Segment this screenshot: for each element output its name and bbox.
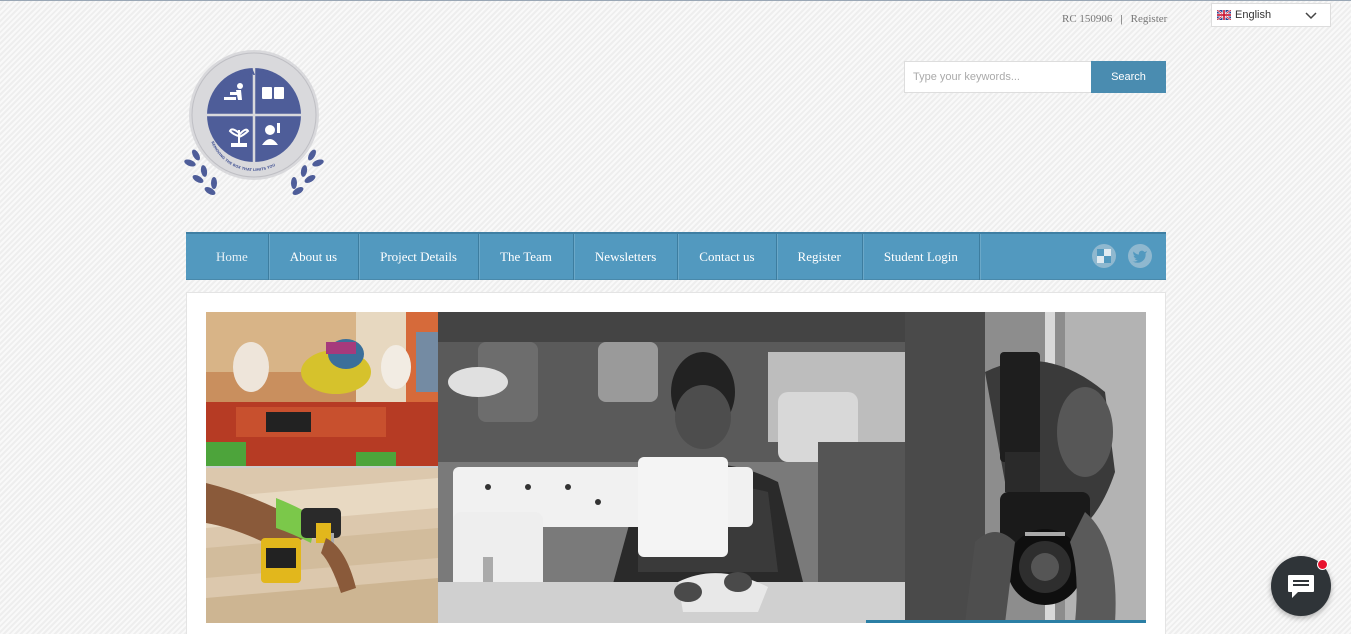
separator: | xyxy=(1120,13,1123,25)
top-links: RC 150906 | Register xyxy=(1062,13,1167,25)
language-label: English xyxy=(1235,9,1272,21)
nav-newsletters[interactable]: Newsletters xyxy=(574,234,679,280)
nav-register[interactable]: Register xyxy=(777,234,863,280)
rc-number: RC 150906 xyxy=(1062,13,1113,25)
nav-project-details[interactable]: Project Details xyxy=(359,234,479,280)
social-links xyxy=(1092,244,1152,268)
nav-home[interactable]: Home xyxy=(186,234,269,280)
nav-the-team[interactable]: The Team xyxy=(479,234,574,280)
logo-emblem-icon: KIT ACADEMY REMOVING THE BOX THAT LIMITS… xyxy=(184,50,324,195)
search-input[interactable] xyxy=(904,61,1091,93)
uk-flag-icon xyxy=(1217,10,1231,20)
kit-academy-logo[interactable]: KIT ACADEMY REMOVING THE BOX THAT LIMITS… xyxy=(184,45,324,197)
chat-widget-button[interactable] xyxy=(1271,556,1331,616)
language-selector[interactable]: English xyxy=(1211,3,1331,27)
hero-image-sewing xyxy=(438,312,905,623)
notification-dot xyxy=(1317,559,1328,570)
hero-collage xyxy=(206,312,1146,623)
hero-image-workshop xyxy=(206,312,438,466)
nav-student-login[interactable]: Student Login xyxy=(863,234,980,280)
delicious-icon[interactable] xyxy=(1092,244,1116,268)
chevron-down-icon xyxy=(1305,12,1317,20)
twitter-icon[interactable] xyxy=(1128,244,1152,268)
chat-bubble-icon xyxy=(1288,575,1314,598)
hero-image-camera xyxy=(905,312,1146,623)
search-button[interactable]: Search xyxy=(1091,61,1166,93)
hero-panel xyxy=(186,292,1166,634)
slider-indicator xyxy=(866,620,1146,623)
nav-about-us[interactable]: About us xyxy=(269,234,360,280)
nav-contact-us[interactable]: Contact us xyxy=(678,234,777,280)
main-nav: Home About us Project Details The Team N… xyxy=(186,232,1166,280)
search-form: Search xyxy=(904,61,1166,93)
top-register-link[interactable]: Register xyxy=(1131,13,1168,25)
hero-image-drill xyxy=(206,468,438,623)
